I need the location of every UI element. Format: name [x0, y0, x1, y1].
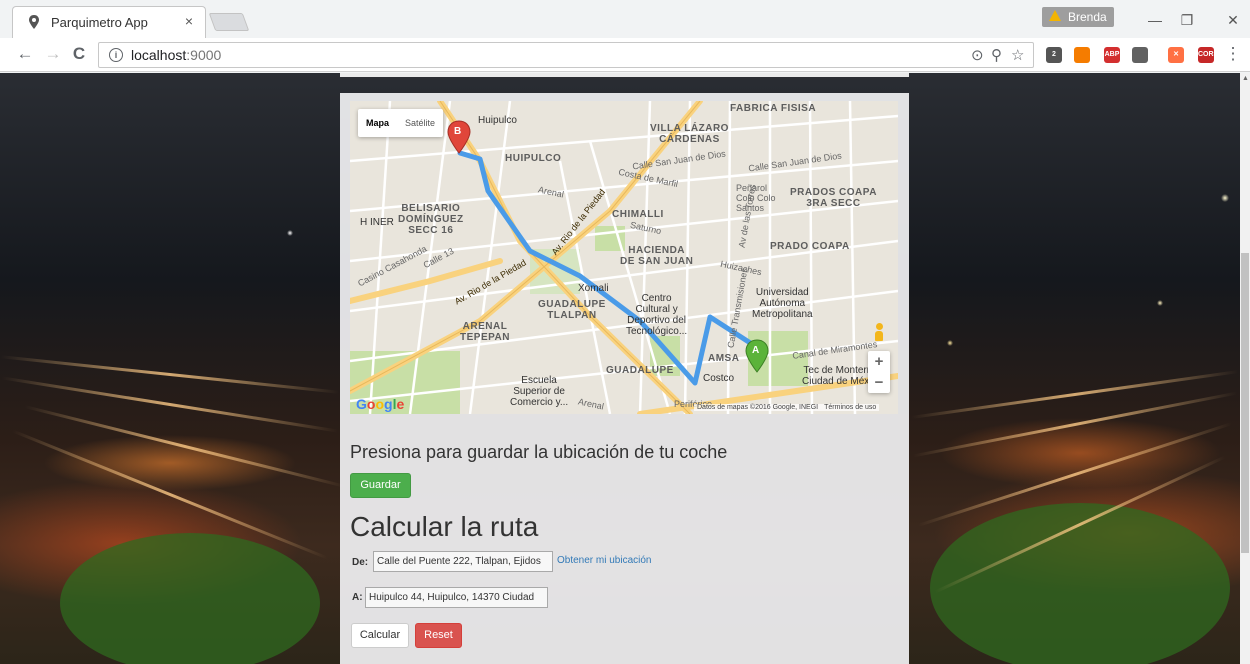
map-label: Huipulco [478, 115, 517, 126]
to-input[interactable]: Huipulco 44, Huipulco, 14370 Ciudad [365, 587, 548, 608]
map-label: FABRICA FISISA [730, 103, 817, 114]
profile-button[interactable]: Brenda [1042, 7, 1114, 27]
to-label: A: [352, 592, 363, 603]
zoom-out-button[interactable]: − [868, 372, 890, 393]
url-text[interactable]: localhost:9000 [131, 47, 221, 63]
tab-title: Parquimetro App [51, 15, 148, 30]
address-bar[interactable]: i localhost:9000 ⊙ ⚲ ☆ [98, 42, 1034, 68]
google-logo: Google [356, 396, 405, 412]
map-terms-link[interactable]: Términos de uso [824, 404, 876, 411]
map-label: BELISARIO DOMÍNGUEZ SECC 16 [398, 203, 464, 236]
reload-button[interactable]: C [68, 43, 90, 65]
save-location-button[interactable]: Guardar [350, 473, 411, 498]
save-location-heading: Presiona para guardar la ubicación de tu… [350, 442, 728, 462]
location-icon[interactable]: ⊙ [971, 46, 984, 64]
new-tab-button[interactable] [208, 13, 250, 31]
marker-a-label: A [752, 345, 760, 356]
map-label: Xomali [578, 283, 609, 294]
map-label: ARENAL TEPEPAN [460, 321, 510, 343]
cors-icon[interactable]: CORS [1198, 47, 1218, 63]
restore-button[interactable]: ❐ [1172, 8, 1202, 32]
content-panel: FABRICA FISISA VILLA LÁZARO CÁRDENAS HUIPU… [340, 93, 909, 664]
map-label: Universidad Autónoma Metropolitana [752, 287, 813, 320]
info-icon[interactable]: i [109, 48, 123, 62]
zoom-in-button[interactable]: + [868, 351, 890, 372]
map-label: GUADALUPE [606, 365, 674, 376]
extension-icon[interactable] [1132, 47, 1148, 63]
from-label: De: [352, 557, 369, 568]
chrome-menu-icon[interactable]: ⋮ [1222, 43, 1244, 65]
calculate-button[interactable]: Calcular [351, 623, 409, 648]
scroll-up-icon[interactable]: ▲ [1242, 75, 1249, 82]
adblock-plus-icon[interactable]: ABP [1104, 47, 1120, 63]
tab-close-icon[interactable]: × [185, 13, 193, 29]
url-host: localhost [131, 47, 187, 63]
map-label: CHIMALLI [612, 209, 664, 220]
bookmark-star-icon[interactable]: ☆ [1011, 46, 1024, 64]
map-label: PRADO COAPA [770, 241, 850, 252]
map-label: HUIPULCO [505, 153, 562, 164]
map-label: Escuela Superior de Comercio y... [510, 375, 569, 408]
map-type-mapa[interactable]: Mapa [358, 109, 397, 137]
url-port: :9000 [186, 47, 222, 63]
orange-x-icon[interactable]: ✕ [1168, 47, 1184, 63]
forward-button[interactable]: → [42, 43, 64, 65]
map-type-control: Mapa Satélite [358, 109, 444, 137]
map-data-credit: Datos de mapas ©2016 Google, INEGI [697, 404, 819, 411]
page-scrollbar[interactable]: ▲ [1240, 73, 1250, 664]
header-strip [340, 73, 909, 77]
map-pin-icon [29, 15, 39, 29]
map-type-satellite[interactable]: Satélite [397, 109, 443, 137]
map-label: GUADALUPE TLALPAN [538, 299, 606, 321]
window-close-button[interactable]: ✕ [1218, 8, 1248, 32]
reset-button[interactable]: Reset [415, 623, 462, 648]
map-label: AMSA [708, 353, 740, 364]
street-view-pegman-icon[interactable] [875, 323, 883, 341]
zoom-icon[interactable]: ⚲ [991, 46, 1002, 64]
map-label: H INER [360, 217, 394, 228]
marker-b-label: B [454, 126, 462, 137]
profile-name: Brenda [1068, 10, 1107, 24]
fire-icon[interactable] [1074, 47, 1090, 63]
map-label: VILLA LÁZARO CÁRDENAS [650, 123, 729, 145]
zoom-control: + − [868, 351, 890, 393]
map-label: HACIENDA DE SAN JUAN [620, 245, 694, 267]
tab-parquimetro[interactable]: Parquimetro App × [12, 6, 206, 38]
from-input[interactable]: Calle del Puente 222, Tlalpan, Ejidos [373, 551, 553, 572]
browser-toolbar: ← → C i localhost:9000 ⊙ ⚲ ☆ 2 ABP ✕ CORS ⋮ [0, 38, 1250, 72]
tab-strip: Parquimetro App × Brenda — ❐ ✕ [0, 0, 1250, 38]
calculate-route-heading: Calcular la ruta [350, 511, 539, 542]
back-button[interactable]: ← [14, 43, 36, 65]
ghostery-icon[interactable]: 2 [1046, 47, 1062, 63]
map-label: Costco [703, 373, 735, 384]
page-viewport: FABRICA FISISA VILLA LÁZARO CÁRDENAS HUIPU… [0, 73, 1250, 664]
map-attribution: Datos de mapas ©2016 Google, INEGI Términ… [694, 404, 880, 411]
map-label: Centro Cultural y Deportivo del Tecnológ… [626, 293, 688, 337]
scroll-thumb[interactable] [1241, 253, 1249, 553]
map-label: PRADOS COAPA 3RA SECC [790, 187, 877, 209]
route-map[interactable]: FABRICA FISISA VILLA LÁZARO CÁRDENAS HUIPU… [350, 101, 898, 414]
minimize-button[interactable]: — [1140, 8, 1170, 32]
get-my-location-link[interactable]: Obtener mi ubicación [557, 555, 652, 566]
warning-icon [1049, 10, 1061, 21]
